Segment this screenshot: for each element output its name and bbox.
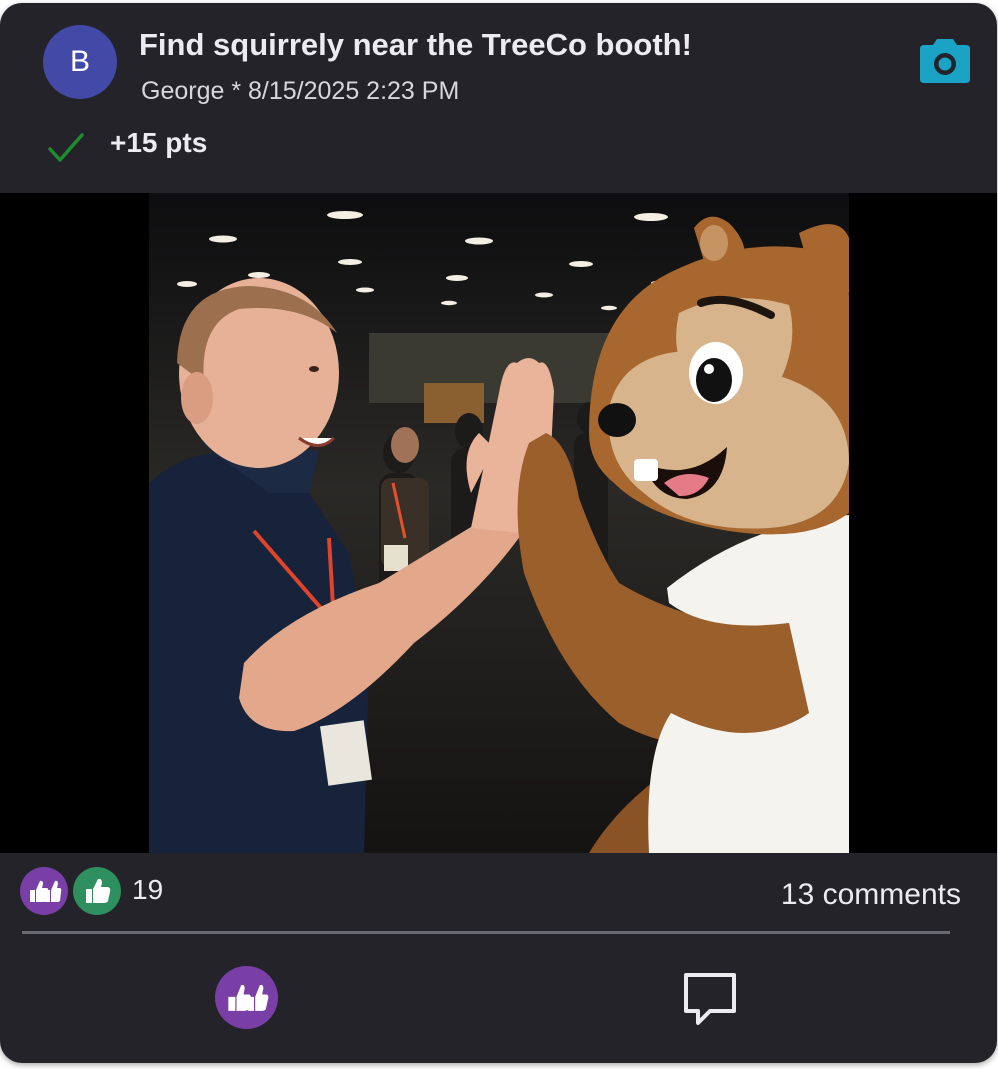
post-card: B Find squirrely near the TreeCo booth! … [0,3,997,1063]
post-header: B Find squirrely near the TreeCo booth! … [0,3,997,193]
camera-icon [920,39,970,83]
divider [22,931,950,934]
like-button[interactable] [215,966,278,1029]
avatar[interactable]: B [43,25,117,99]
thumbs-up-icon[interactable] [73,867,121,915]
post-footer: 19 13 comments [0,853,997,1063]
post-meta: George * 8/15/2025 2:23 PM [141,77,460,105]
double-thumbs-up-icon[interactable] [20,867,68,915]
check-icon [48,133,84,162]
points-earned: +15 pts [110,127,208,158]
photo-frame [0,193,997,853]
post-photo[interactable] [149,193,849,853]
double-thumbs-up-icon [227,984,268,1011]
comment-button[interactable] [680,969,740,1029]
post-title: Find squirrely near the TreeCo booth! [139,27,692,62]
comments-count-link[interactable]: 13 comments [781,878,961,912]
reaction-count: 19 [132,874,164,905]
